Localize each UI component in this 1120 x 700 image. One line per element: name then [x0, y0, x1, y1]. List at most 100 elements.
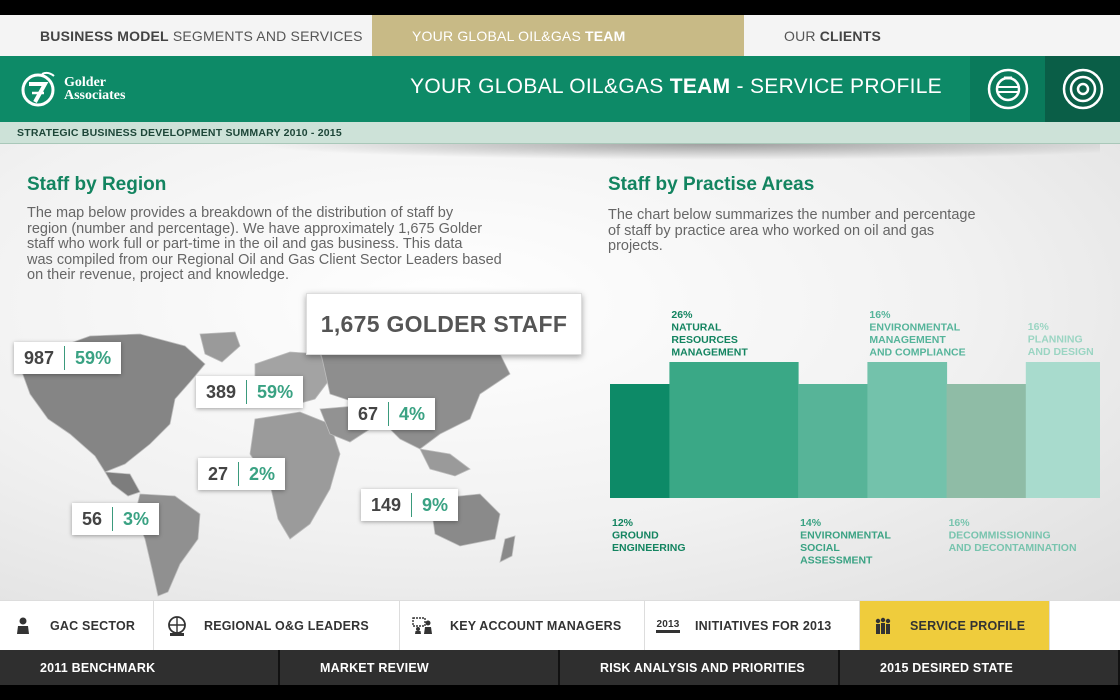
chart-svg: 12% GROUND ENGINEERING 26% NATURAL RESOURCES M…	[610, 309, 1106, 567]
nav-label: REGIONAL O&G LEADERS	[204, 619, 369, 633]
callout-number: 27	[208, 463, 229, 484]
greenland-shape	[199, 331, 241, 363]
tab-label: SEGMENTS AND SERVICES	[172, 27, 363, 44]
region-callout[interactable]: 67 4%	[348, 398, 436, 430]
chart-bar	[946, 384, 1027, 498]
chart-category-label: DECOMMISSIONING	[949, 530, 1051, 542]
chart-category-label: ENGINEERING	[612, 542, 686, 554]
target-button[interactable]	[1045, 56, 1120, 122]
tab-label: YOUR GLOBAL OIL&GAS	[412, 27, 582, 44]
shadow-band	[250, 144, 1100, 160]
secondary-nav: 2011 BENCHMARK MARKET REVIEW RISK ANALYS…	[0, 650, 1120, 685]
nav-key-account-managers[interactable]: KEY ACCOUNT MANAGERS	[400, 601, 645, 651]
title-part: - SERVICE PROFILE	[730, 75, 942, 98]
chart-bar	[867, 362, 948, 498]
nav-regional-leaders[interactable]: REGIONAL O&G LEADERS	[154, 601, 400, 651]
page-title: YOUR GLOBAL OIL&GAS TEAM - SERVICE PROFI…	[410, 75, 942, 99]
total-staff-text: 1,675 GOLDER STAFF	[320, 310, 568, 337]
chart-category-label: ENVIRONMENTAL	[800, 530, 891, 542]
region-callout[interactable]: 27 2%	[198, 458, 286, 490]
chart-label: 14% ENVIRONMENTAL SOCIAL ASSESSMENT	[800, 517, 891, 567]
chart-label: 26% NATURAL RESOURCES MANAGEMENT	[671, 309, 748, 359]
tab-label-bold: CLIENTS	[819, 27, 882, 44]
nav-label: KEY ACCOUNT MANAGERS	[450, 619, 622, 633]
chart-category-label: GROUND	[612, 530, 659, 542]
callout-number: 67	[358, 403, 379, 424]
chart-value-label: 12%	[612, 517, 634, 529]
chart-category-label: NATURAL	[671, 322, 722, 334]
total-staff-box: 1,675 GOLDER STAFF	[306, 293, 582, 355]
callout-percent: 2%	[249, 463, 276, 484]
nav-2011-benchmark[interactable]: 2011 BENCHMARK	[0, 650, 280, 685]
logo-text: Golder Associates	[64, 76, 125, 103]
staff-by-region-title: Staff by Region	[27, 174, 167, 195]
chart-category-label: AND COMPLIANCE	[869, 347, 965, 359]
nav-risk-analysis[interactable]: RISK ANALYSIS AND PRIORITIES	[560, 650, 840, 685]
region-callout[interactable]: 56 3%	[72, 503, 160, 535]
presenter-icon	[410, 617, 436, 635]
description-line: on their revenue, project and knowledge.	[27, 267, 289, 283]
header: Golder Associates YOUR GLOBAL OIL&GAS TE…	[0, 56, 1120, 122]
chart-category-label: AND DECONTAMINATION	[949, 542, 1077, 554]
title-part: YOUR GLOBAL OIL&GAS	[410, 75, 664, 98]
new-zealand-shape	[499, 535, 516, 563]
calendar-icon-text: 2013	[656, 619, 680, 633]
callout-number: 56	[82, 508, 103, 529]
globe-icon	[987, 68, 1028, 110]
chart-label: 16% ENVIRONMENTAL MANAGEMENT AND COMPLIANCE	[869, 309, 965, 359]
chart-label: 16% DECOMMISSIONING AND DECONTAMINATION	[949, 517, 1077, 554]
tab-label-bold: BUSINESS MODEL	[40, 27, 169, 44]
region-callout[interactable]: 389 59%	[196, 376, 304, 408]
nav-2015-desired-state[interactable]: 2015 DESIRED STATE	[840, 650, 1120, 685]
top-tabs: BUSINESS MODEL SEGMENTS AND SERVICES YOU…	[0, 15, 1120, 56]
callout-percent: 4%	[399, 403, 426, 424]
title-bold: TEAM	[669, 75, 731, 98]
top-black-bar	[0, 0, 1120, 15]
nav-initiatives-2013[interactable]: 2013 INITIATIVES FOR 2013	[645, 601, 860, 651]
description-line: The chart below summarizes the number an…	[608, 207, 976, 223]
chart-category-label: MANAGEMENT	[671, 347, 748, 359]
tab-label-bold: TEAM	[585, 27, 626, 44]
tab-oil-gas-team[interactable]: YOUR GLOBAL OIL&GAS TEAM	[372, 15, 744, 56]
calendar-2013-icon: 2013	[655, 619, 681, 633]
content-area: Staff by Region The map below provides a…	[0, 144, 1120, 600]
tab-label: OUR	[784, 27, 816, 44]
chart-value-label: 16%	[869, 309, 891, 321]
nav-label: GAC SECTOR	[50, 619, 136, 633]
chart-category-label: SOCIAL	[800, 542, 840, 554]
chart-bar	[669, 362, 799, 498]
sub-header-bar: STRATEGIC BUSINESS DEVELOPMENT SUMMARY 2…	[0, 122, 1120, 144]
central-america-shape	[104, 471, 141, 497]
nav-service-profile[interactable]: SERVICE PROFILE	[860, 601, 1050, 651]
chart-value-label: 16%	[1028, 321, 1050, 333]
region-callout[interactable]: 149 9%	[361, 489, 459, 521]
chart-bar	[610, 384, 670, 498]
chart-category-label: AND DESIGN	[1028, 346, 1094, 358]
practise-area-chart: 12% GROUND ENGINEERING 26% NATURAL RESOURCES M…	[600, 284, 1106, 584]
chart-label: 12% GROUND ENGINEERING	[612, 517, 686, 554]
chart-category-label: PLANNING	[1028, 334, 1083, 346]
chart-value-label: 14%	[800, 517, 822, 529]
callout-number: 987	[24, 347, 55, 368]
region-callout[interactable]: 987 59%	[14, 342, 122, 374]
chart-bar	[1025, 362, 1106, 498]
callout-percent: 3%	[123, 508, 150, 529]
description-line: of staff by practice area who worked on …	[608, 222, 935, 239]
callout-number: 149	[371, 494, 402, 515]
bottom-black-bar	[0, 685, 1120, 700]
description-line: was compiled from our Regional Oil and G…	[27, 251, 502, 268]
staff-by-practise-title: Staff by Practise Areas	[608, 174, 815, 195]
tab-business-model[interactable]: BUSINESS MODEL SEGMENTS AND SERVICES	[0, 15, 372, 56]
nav-market-review[interactable]: MARKET REVIEW	[280, 650, 560, 685]
nav-gac-sector[interactable]: GAC SECTOR	[0, 601, 154, 651]
southeast-asia-shape	[419, 448, 471, 477]
callout-percent: 59%	[75, 347, 112, 368]
tab-our-clients[interactable]: OUR CLIENTS	[744, 15, 1120, 56]
staff-by-practise-description: The chart below summarizes the number an…	[608, 207, 1068, 255]
chart-category-label: ASSESSMENT	[800, 555, 873, 567]
description-line: The map below provides a breakdown of th…	[27, 205, 454, 221]
chart-bar	[798, 384, 868, 498]
golder-logo[interactable]: Golder Associates	[18, 68, 128, 112]
globe-button[interactable]	[970, 56, 1045, 122]
golder-logo-icon	[21, 71, 55, 107]
